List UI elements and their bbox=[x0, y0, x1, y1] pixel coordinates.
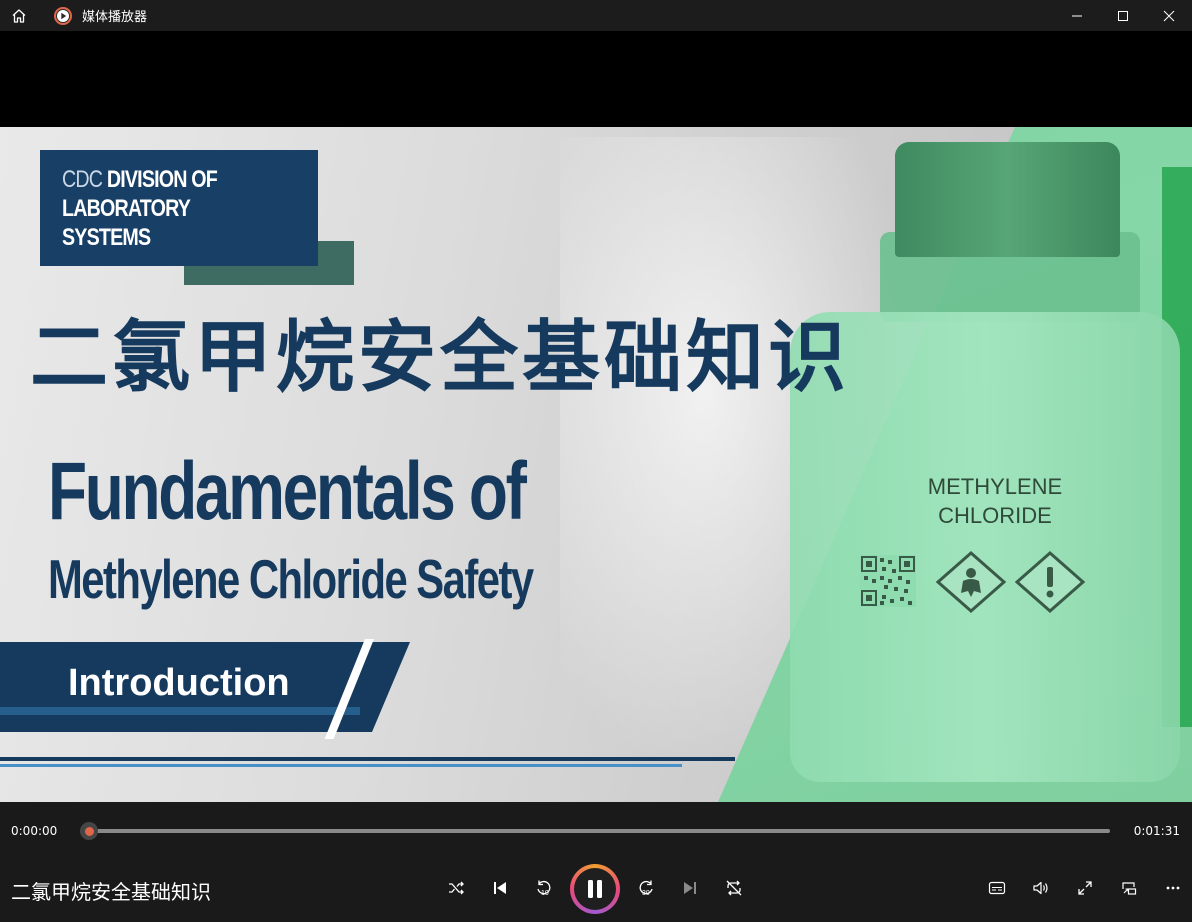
health-hazard-icon bbox=[936, 551, 1006, 613]
next-icon bbox=[682, 880, 698, 896]
repeat-off-icon bbox=[725, 879, 743, 897]
bottle-label-line1: METHYLENE bbox=[927, 474, 1063, 499]
cdc-line3: SYSTEMS bbox=[62, 224, 151, 251]
fullscreen-button[interactable] bbox=[1069, 872, 1101, 904]
playback-controls: 0:00:00 0:01:31 二氯甲烷安全基础知识 10 30 bbox=[0, 802, 1192, 922]
home-button[interactable] bbox=[0, 0, 38, 31]
bottle-label: METHYLENE CHLORIDE bbox=[900, 472, 1090, 530]
previous-icon bbox=[492, 880, 508, 896]
total-time: 0:01:31 bbox=[1133, 824, 1180, 838]
shuffle-button[interactable] bbox=[440, 872, 472, 904]
current-time: 0:00:00 bbox=[11, 824, 58, 838]
forward-30-button[interactable]: 30 bbox=[630, 872, 662, 904]
volume-icon bbox=[1032, 879, 1050, 897]
more-icon bbox=[1165, 880, 1181, 896]
video-title-english-line2: Methylene Chloride Safety bbox=[48, 548, 534, 610]
volume-button[interactable] bbox=[1025, 872, 1057, 904]
seek-bar[interactable] bbox=[90, 829, 1110, 833]
maximize-icon bbox=[1117, 10, 1129, 22]
more-options-button[interactable] bbox=[1157, 872, 1189, 904]
bottle-label-line2: CHLORIDE bbox=[938, 503, 1052, 528]
now-playing-title: 二氯甲烷安全基础知识 bbox=[11, 880, 211, 904]
decor-line-navy bbox=[0, 757, 735, 761]
bottle-cap bbox=[895, 142, 1120, 257]
svg-text:30: 30 bbox=[642, 890, 650, 897]
chapter-stripe bbox=[0, 707, 360, 715]
warning-exclamation-icon bbox=[1015, 551, 1085, 613]
svg-text:10: 10 bbox=[541, 890, 549, 897]
qr-code-icon bbox=[860, 555, 916, 607]
minimize-button[interactable] bbox=[1054, 0, 1100, 31]
chapter-label: Introduction bbox=[68, 662, 290, 704]
window-title: 媒体播放器 bbox=[82, 10, 148, 25]
video-title-english-line1: Fundamentals of bbox=[48, 446, 527, 537]
cdc-logo-text: CDC DIVISION OF LABORATORY SYSTEMS bbox=[62, 165, 218, 252]
close-button[interactable] bbox=[1146, 0, 1192, 31]
maximize-button[interactable] bbox=[1100, 0, 1146, 31]
minimize-icon bbox=[1071, 10, 1083, 22]
decor-line-blue bbox=[0, 764, 682, 767]
title-bar: 媒体播放器 bbox=[0, 0, 1192, 31]
media-player-icon bbox=[52, 0, 74, 31]
video-canvas[interactable]: METHYLENE CHLORIDE CDC DIVISION OF LABOR… bbox=[0, 31, 1192, 802]
video-frame: METHYLENE CHLORIDE CDC DIVISION OF LABOR… bbox=[0, 127, 1192, 802]
seek-thumb[interactable] bbox=[80, 822, 98, 840]
miniplayer-button[interactable] bbox=[1113, 872, 1145, 904]
subtitles-button[interactable] bbox=[981, 872, 1013, 904]
forward-30-icon: 30 bbox=[636, 878, 656, 898]
repeat-button[interactable] bbox=[718, 872, 750, 904]
rewind-10-button[interactable]: 10 bbox=[528, 872, 560, 904]
shuffle-icon bbox=[447, 879, 465, 897]
close-icon bbox=[1163, 10, 1175, 22]
home-icon bbox=[11, 8, 27, 24]
rewind-10-icon: 10 bbox=[534, 878, 554, 898]
previous-button[interactable] bbox=[484, 872, 516, 904]
cdc-line2: LABORATORY bbox=[62, 195, 191, 222]
cdc-line1-light: CDC bbox=[62, 166, 103, 193]
fullscreen-icon bbox=[1077, 880, 1093, 896]
subtitles-icon bbox=[988, 880, 1006, 896]
next-button[interactable] bbox=[674, 872, 706, 904]
pause-icon bbox=[586, 879, 604, 899]
miniplayer-icon bbox=[1121, 880, 1137, 896]
video-title-chinese: 二氯甲烷安全基础知识 bbox=[30, 313, 851, 403]
pause-button[interactable] bbox=[570, 864, 620, 914]
cdc-line1-bold: DIVISION OF bbox=[106, 166, 218, 193]
